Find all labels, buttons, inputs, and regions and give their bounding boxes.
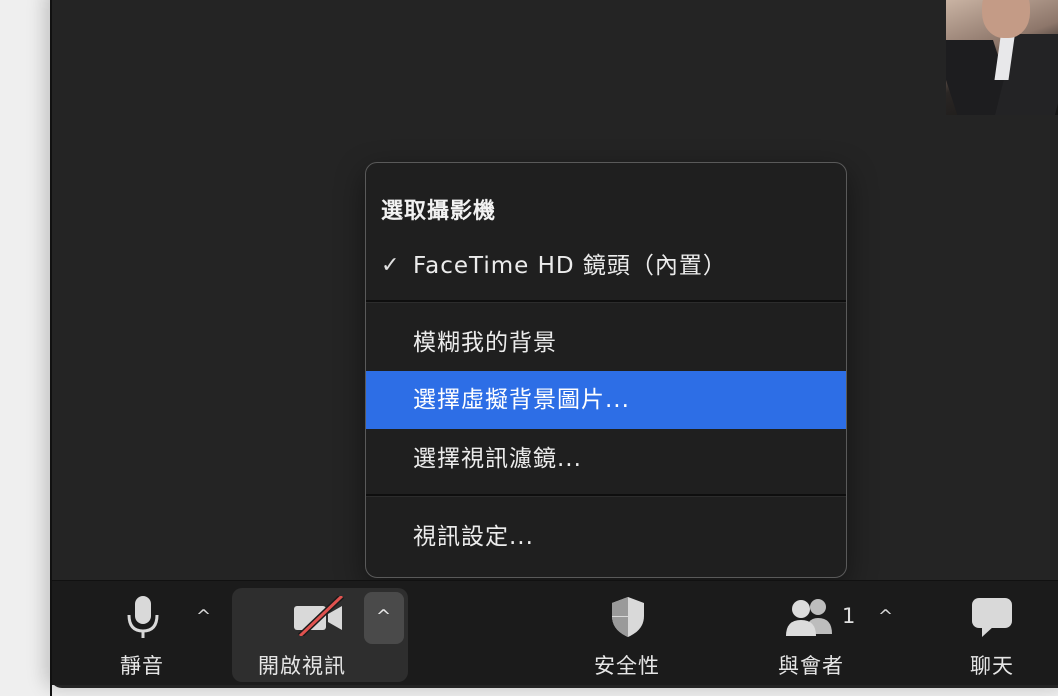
menu-divider — [366, 494, 846, 497]
menu-item-video-filter[interactable]: 選擇視訊濾鏡... — [366, 430, 846, 488]
participants-label: 與會者 — [778, 654, 844, 678]
menu-item-label: 模糊我的背景 — [413, 330, 557, 356]
mute-label: 靜音 — [120, 654, 164, 678]
audio-options-caret[interactable]: ^ — [196, 608, 211, 626]
microphone-icon — [127, 596, 159, 638]
chat-button[interactable]: 聊天 — [946, 584, 1038, 684]
menu-header-select-camera: 選取攝影機 — [381, 199, 497, 224]
menu-item-label: 選擇虛擬背景圖片... — [413, 387, 630, 413]
security-button[interactable]: 安全性 — [580, 584, 674, 684]
people-icon — [786, 599, 832, 636]
menu-item-label: 選擇視訊濾鏡... — [413, 446, 582, 472]
mute-button[interactable]: 靜音 — [102, 584, 182, 684]
menu-divider — [366, 300, 846, 303]
start-video-label: 開啟視訊 — [258, 654, 346, 678]
participants-button[interactable]: 與會者 — [764, 584, 858, 684]
chat-label: 聊天 — [970, 654, 1014, 678]
camera-context-menu: 選取攝影機 ✓ FaceTime HD 鏡頭（內置） 模糊我的背景 選擇虛擬背景… — [365, 162, 847, 578]
video-figure-face — [982, 0, 1030, 38]
menu-item-virtual-background[interactable]: 選擇虛擬背景圖片... — [366, 371, 846, 429]
start-video-button[interactable]: 開啟視訊 — [232, 584, 372, 684]
participants-options-caret[interactable]: ^ — [878, 608, 893, 626]
video-off-icon — [294, 596, 345, 636]
participants-count: 1 — [842, 604, 856, 628]
security-label: 安全性 — [594, 654, 660, 678]
menu-item-blur-background[interactable]: 模糊我的背景 — [366, 314, 846, 372]
checkmark-icon: ✓ — [381, 253, 401, 278]
menu-item-facetime-camera[interactable]: ✓ FaceTime HD 鏡頭（內置） — [366, 237, 846, 295]
shield-icon — [612, 597, 644, 637]
chat-bubble-icon — [972, 598, 1012, 637]
menu-item-label: 視訊設定... — [413, 524, 534, 550]
video-options-caret: ^ — [376, 606, 392, 627]
self-video-thumbnail[interactable] — [946, 0, 1058, 115]
menu-item-label: FaceTime HD 鏡頭（內置） — [413, 253, 727, 279]
menu-item-video-settings[interactable]: 視訊設定... — [366, 508, 846, 566]
meeting-toolbar — [52, 580, 1058, 685]
